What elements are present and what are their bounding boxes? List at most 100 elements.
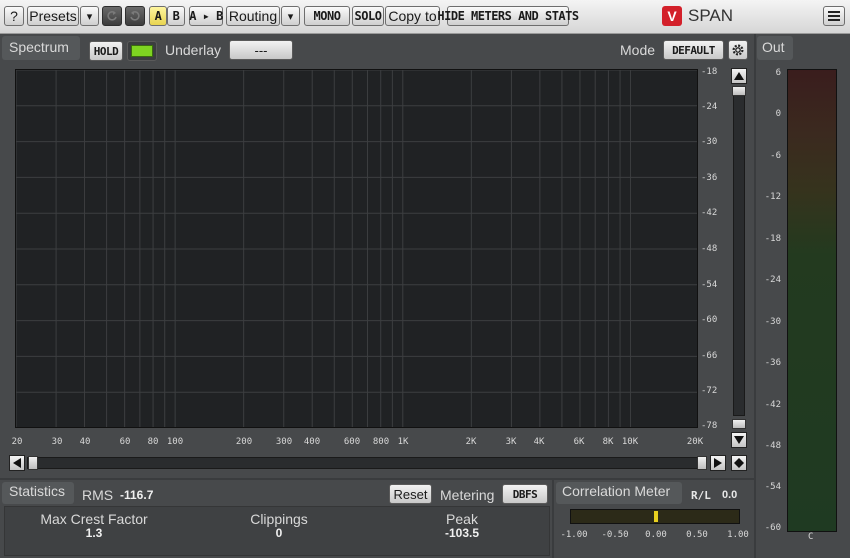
help-button[interactable]: ?	[4, 6, 24, 26]
gear-icon	[732, 44, 744, 56]
freq-tick: 8K	[602, 437, 614, 447]
settings-button[interactable]	[728, 40, 748, 60]
out-tick: 6	[775, 68, 781, 78]
triangle-up-icon	[734, 72, 744, 80]
correlation-indicator	[654, 511, 658, 522]
vertical-scroll-track[interactable]	[733, 86, 745, 416]
mode-label: Mode	[620, 42, 656, 58]
clippings-value: 0	[275, 526, 283, 540]
freq-tick: 6K	[573, 437, 585, 447]
mode-select[interactable]: DEFAULT	[663, 40, 724, 60]
preset-a-button[interactable]: A	[149, 6, 167, 26]
freq-tick: 20K	[686, 437, 704, 447]
mono-button[interactable]: MONO	[304, 6, 350, 26]
horizontal-range-handle-right[interactable]	[697, 456, 707, 470]
solo-button[interactable]: SOLO	[352, 6, 384, 26]
undo-button[interactable]	[102, 6, 122, 26]
vertical-range-handle-top[interactable]	[732, 86, 746, 96]
out-tick: -24	[764, 275, 781, 285]
triangle-left-icon	[13, 458, 21, 468]
clippings-label: Clippings	[250, 511, 308, 527]
app-name: SPAN	[688, 6, 734, 25]
out-tick: -60	[764, 523, 781, 533]
spectrum-plot[interactable]	[15, 69, 698, 428]
freq-tick: 60	[119, 437, 131, 447]
hold-indicator	[131, 45, 153, 57]
rms-value: -116.7	[120, 488, 154, 502]
freq-tick: 4K	[533, 437, 545, 447]
top-toolbar: ? Presets ▾ A B A ▸ B Routing ▾ MONO SOL…	[0, 0, 850, 34]
freq-tick: 10K	[621, 437, 639, 447]
correlation-tick: -0.50	[601, 530, 629, 540]
rl-value: 0.0	[722, 489, 738, 501]
out-tick: -6	[770, 151, 781, 161]
scroll-right-button[interactable]	[710, 455, 726, 471]
redo-icon	[130, 11, 140, 21]
out-tick: -12	[764, 192, 781, 202]
metering-select[interactable]: DBFS	[502, 484, 548, 504]
out-tick: -18	[764, 234, 781, 244]
vertical-range-handle-bottom[interactable]	[732, 419, 746, 429]
peak-label: Peak	[446, 511, 478, 527]
menu-icon	[828, 11, 840, 21]
scroll-down-button[interactable]	[731, 432, 747, 448]
scroll-up-button[interactable]	[731, 68, 747, 84]
freq-tick: 1K	[397, 437, 409, 447]
out-tick: -30	[764, 317, 781, 327]
main-menu-button[interactable]	[823, 6, 845, 26]
zoom-reset-button[interactable]	[731, 455, 747, 471]
db-tick: -66	[701, 351, 718, 361]
db-tick: -48	[701, 244, 718, 254]
out-tick: 0	[775, 109, 781, 119]
max-crest-factor-value: 1.3	[85, 526, 103, 540]
preset-b-button[interactable]: B	[167, 6, 185, 26]
out-tick: -48	[764, 441, 781, 451]
routing-button[interactable]: Routing	[226, 6, 280, 26]
out-meter-bar	[787, 69, 837, 532]
rl-label: R/L	[691, 489, 711, 502]
horizontal-scroll-track[interactable]	[27, 457, 706, 469]
rms-label: RMS	[82, 487, 114, 503]
freq-tick: 3K	[505, 437, 517, 447]
freq-tick: 20	[11, 437, 23, 447]
horizontal-range-handle-left[interactable]	[28, 456, 38, 470]
out-tick: -42	[764, 400, 781, 410]
correlation-tick: 0.50	[686, 530, 708, 540]
db-tick: -36	[701, 173, 718, 183]
db-tick: -60	[701, 315, 718, 325]
db-tick: -30	[701, 137, 718, 147]
out-tick: -54	[764, 482, 781, 492]
scroll-left-button[interactable]	[9, 455, 25, 471]
correlation-title: Correlation Meter	[562, 483, 671, 499]
freq-tick: 800	[372, 437, 390, 447]
db-tick: -18	[701, 67, 718, 77]
diamond-icon	[734, 458, 744, 468]
freq-tick: 400	[303, 437, 321, 447]
freq-tick: 30	[51, 437, 63, 447]
hide-meters-button[interactable]: HIDE METERS AND STATS	[437, 6, 579, 26]
out-title: Out	[762, 39, 785, 55]
spectrum-title: Spectrum	[9, 39, 69, 55]
max-crest-factor-label: Max Crest Factor	[40, 511, 148, 527]
underlay-label: Underlay	[165, 42, 222, 58]
metering-label: Metering	[440, 487, 495, 503]
correlation-tick: 1.00	[727, 530, 749, 540]
freq-tick: 2K	[465, 437, 477, 447]
triangle-down-icon	[734, 436, 744, 444]
copy-to-button[interactable]: Copy to	[385, 6, 440, 26]
redo-button[interactable]	[125, 6, 145, 26]
copy-a-to-b-button[interactable]: A ▸ B	[189, 6, 223, 26]
correlation-tick: -1.00	[560, 530, 588, 540]
statistics-title: Statistics	[9, 483, 66, 499]
freq-tick: 200	[235, 437, 253, 447]
underlay-select[interactable]: ---	[229, 40, 293, 60]
routing-dropdown-button[interactable]: ▾	[281, 6, 300, 26]
span-logo-icon: V	[662, 6, 682, 26]
db-tick: -42	[701, 208, 718, 218]
presets-dropdown-button[interactable]: ▾	[80, 6, 99, 26]
hold-toggle[interactable]	[127, 41, 157, 61]
out-channel-label: C	[808, 532, 814, 542]
presets-button[interactable]: Presets	[27, 6, 79, 26]
hold-button[interactable]: HOLD	[89, 41, 123, 61]
reset-button[interactable]: Reset	[389, 484, 432, 504]
